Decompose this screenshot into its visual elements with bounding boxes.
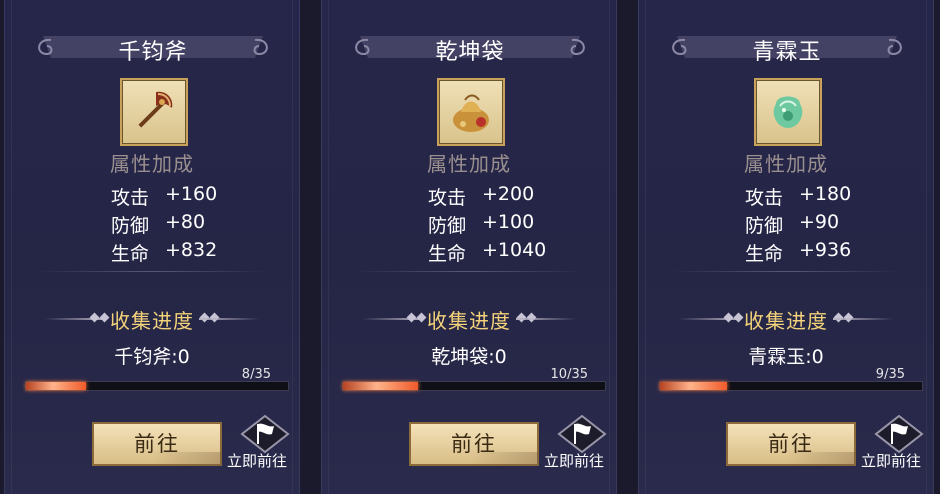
collect-name: 乾坤袋:0: [431, 346, 507, 368]
item-slot[interactable]: [120, 78, 188, 146]
title-banner: 青霖玉: [667, 30, 907, 65]
stat-value: +832: [165, 239, 218, 261]
stat-label: 生命: [428, 243, 467, 265]
progress-bar: [659, 381, 923, 391]
divider: [671, 271, 901, 272]
stat-value: +160: [165, 183, 218, 205]
collection-card-jade: 青霖玉 属性加成 攻击 +180 防御 +90 生命 +936 收集进度 青霖玉…: [638, 0, 934, 494]
stat-label: 攻击: [111, 187, 150, 209]
progress-count: 9/35: [875, 367, 905, 382]
divider: [37, 271, 267, 272]
card-title: 乾坤袋: [435, 40, 505, 65]
stat-label: 攻击: [745, 187, 784, 209]
attr-header: 属性加成: [110, 152, 194, 176]
stat-hp: 生命 +832: [111, 239, 217, 266]
stat-value: +1040: [482, 239, 547, 261]
treasure-bag-icon: [453, 94, 489, 132]
goto-button[interactable]: 前往: [409, 422, 539, 466]
stat-defense: 防御 +90: [745, 211, 839, 238]
stat-label: 防御: [428, 215, 467, 237]
deco-line-right: [516, 318, 576, 320]
instant-goto-label[interactable]: 立即前往: [227, 450, 287, 471]
attr-header: 属性加成: [427, 152, 511, 176]
stat-value: +80: [165, 211, 206, 233]
deco-line-right: [833, 318, 893, 320]
collection-card-bag: 乾坤袋 属性加成 攻击 +200 防御 +100 生命 +1040 收集进度 乾…: [321, 0, 617, 494]
attr-header: 属性加成: [744, 152, 828, 176]
goto-button[interactable]: 前往: [92, 422, 222, 466]
stat-value: +200: [482, 183, 535, 205]
stat-defense: 防御 +80: [111, 211, 205, 238]
stat-attack: 攻击 +160: [111, 183, 217, 210]
title-banner: 乾坤袋: [350, 30, 590, 65]
axe-icon: [138, 91, 173, 128]
stat-attack: 攻击 +180: [745, 183, 851, 210]
stat-label: 生命: [111, 243, 150, 265]
card-title: 千钧斧: [118, 40, 188, 65]
item-slot[interactable]: [437, 78, 505, 146]
jade-icon: [773, 96, 803, 128]
stat-value: +100: [482, 211, 535, 233]
stat-hp: 生命 +1040: [428, 239, 546, 266]
flag-icon[interactable]: [238, 414, 292, 454]
stat-label: 防御: [745, 215, 784, 237]
instant-goto-label[interactable]: 立即前往: [544, 450, 604, 471]
progress-bar: [25, 381, 289, 391]
collect-name: 千钧斧:0: [114, 346, 190, 368]
stat-label: 防御: [111, 215, 150, 237]
collection-card-axe: 千钧斧 属性加成 攻击 +160 防御 +80 生命 +832 收集进度 千钧斧…: [4, 0, 300, 494]
progress-fill: [660, 382, 728, 390]
stat-defense: 防御 +100: [428, 211, 534, 238]
progress-fill: [26, 382, 86, 390]
card-title: 青霖玉: [752, 40, 822, 65]
collect-name: 青霖玉:0: [748, 346, 824, 368]
stat-attack: 攻击 +200: [428, 183, 534, 210]
flag-icon[interactable]: [872, 414, 926, 454]
item-slot[interactable]: [754, 78, 822, 146]
progress-count: 10/35: [550, 367, 588, 382]
stat-value: +180: [799, 183, 852, 205]
instant-goto-label[interactable]: 立即前往: [861, 450, 921, 471]
flag-icon[interactable]: [555, 414, 609, 454]
deco-line-right: [199, 318, 259, 320]
progress-count: 8/35: [241, 367, 271, 382]
progress-bar: [342, 381, 606, 391]
stat-label: 攻击: [428, 187, 467, 209]
goto-button[interactable]: 前往: [726, 422, 856, 466]
stat-label: 生命: [745, 243, 784, 265]
title-banner: 千钧斧: [33, 30, 273, 65]
divider: [354, 271, 584, 272]
stat-hp: 生命 +936: [745, 239, 851, 266]
progress-fill: [343, 382, 418, 390]
stat-value: +936: [799, 239, 852, 261]
stat-value: +90: [799, 211, 840, 233]
